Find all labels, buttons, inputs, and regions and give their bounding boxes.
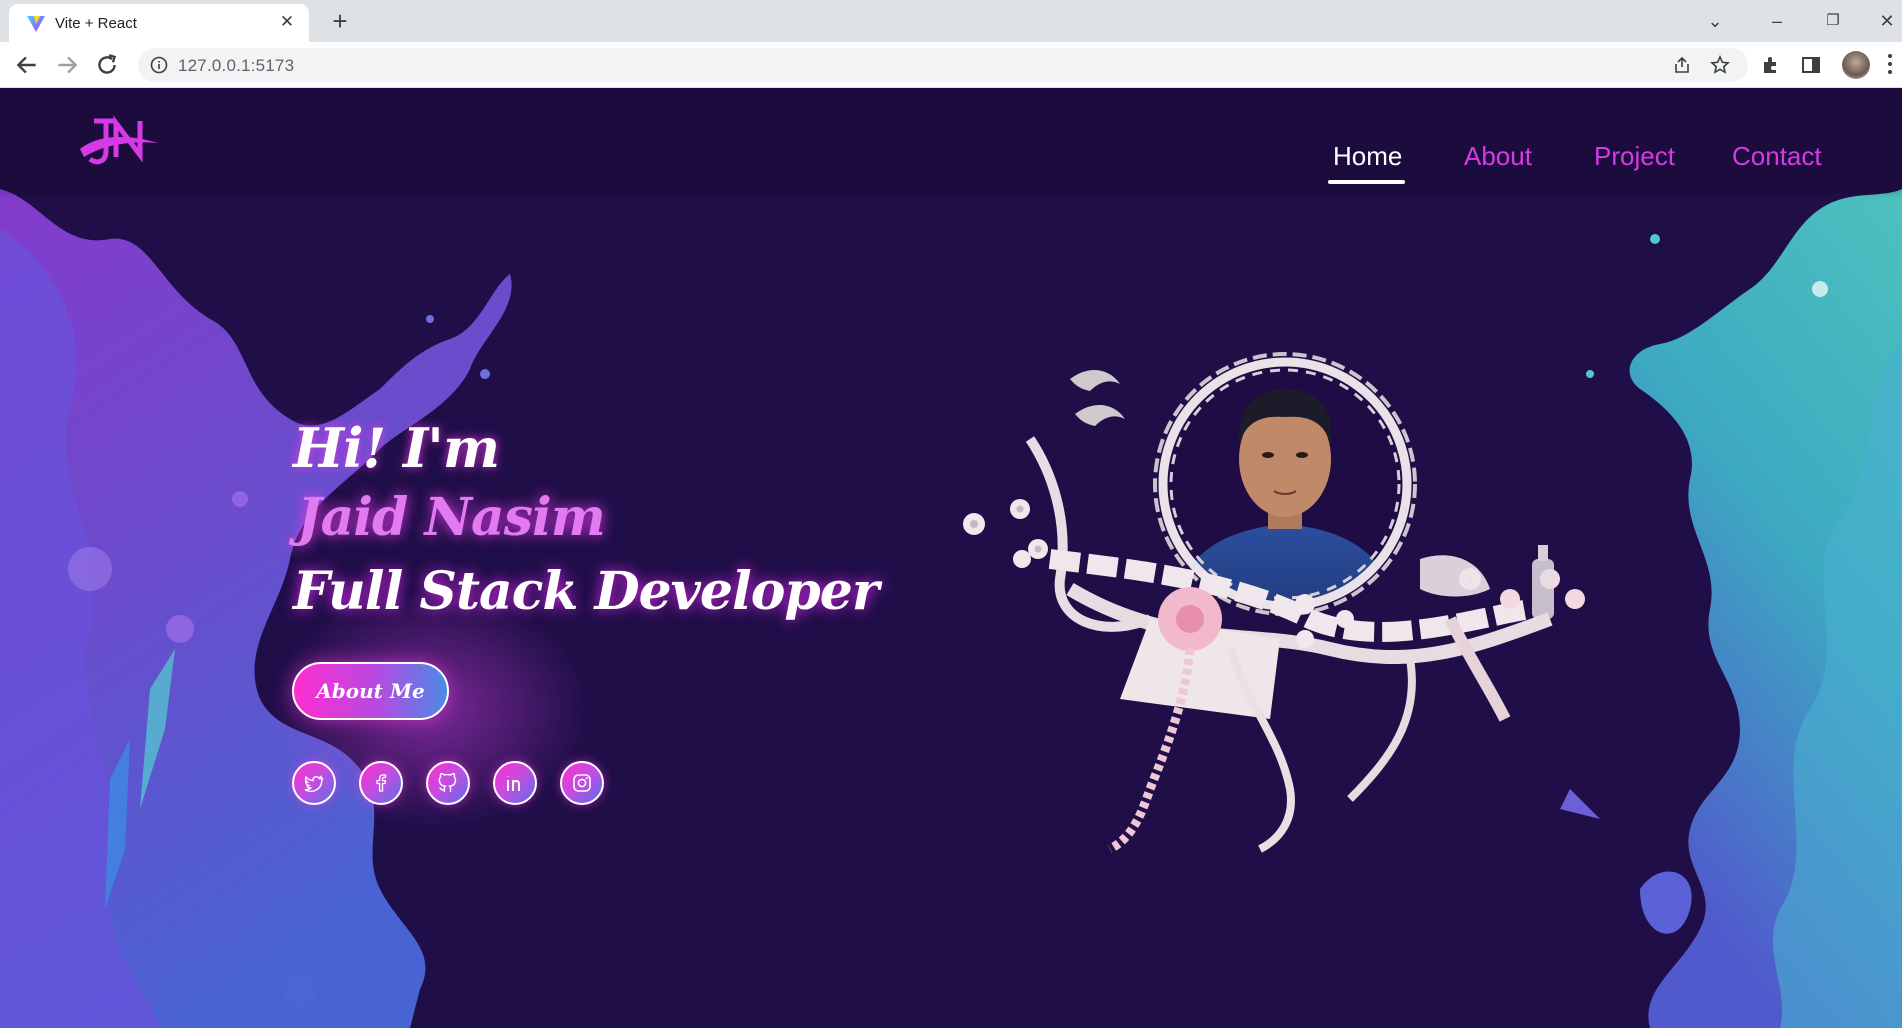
- bookmark-star-icon[interactable]: [1710, 55, 1730, 75]
- window-close-icon[interactable]: ✕: [1872, 6, 1902, 36]
- twitter-icon: [304, 775, 324, 792]
- new-tab-button[interactable]: +: [326, 7, 354, 35]
- restore-icon[interactable]: ❐: [1818, 6, 1848, 36]
- address-bar[interactable]: 127.0.0.1:5173: [138, 48, 1748, 82]
- browser-toolbar: 127.0.0.1:5173: [0, 42, 1902, 88]
- minimize-icon[interactable]: –: [1762, 6, 1792, 36]
- browser-menu-icon[interactable]: [1887, 52, 1893, 76]
- about-me-button[interactable]: About Me: [292, 662, 449, 720]
- url-text[interactable]: 127.0.0.1:5173: [178, 56, 294, 76]
- linkedin-icon: [507, 776, 520, 791]
- nav-about[interactable]: About: [1464, 141, 1532, 172]
- facebook-button[interactable]: [359, 761, 403, 805]
- twitter-button[interactable]: [292, 761, 336, 805]
- profile-avatar[interactable]: [1842, 51, 1870, 79]
- browser-tab[interactable]: Vite + React ✕: [9, 4, 309, 42]
- linkedin-button[interactable]: [493, 761, 537, 805]
- nav-home[interactable]: Home: [1333, 141, 1402, 172]
- extensions-icon[interactable]: [1760, 54, 1782, 76]
- hero-name: Jaid Nasim: [297, 487, 606, 548]
- instagram-button[interactable]: [560, 761, 604, 805]
- instagram-icon: [573, 774, 591, 792]
- share-icon[interactable]: [1672, 55, 1692, 75]
- nav-contact[interactable]: Contact: [1732, 141, 1822, 172]
- nav-project[interactable]: Project: [1594, 141, 1675, 172]
- portrait-image: [963, 352, 1585, 854]
- tab-close-icon[interactable]: ✕: [277, 12, 297, 32]
- reload-icon[interactable]: [94, 52, 120, 78]
- side-panel-icon[interactable]: [1800, 54, 1822, 76]
- portfolio-page: Home About Project Contact Hi! I'm Jaid …: [0, 89, 1902, 1028]
- github-button[interactable]: [426, 761, 470, 805]
- site-header: Home About Project Contact: [0, 89, 1902, 189]
- github-icon: [438, 773, 457, 792]
- browser-tabbar: Vite + React ✕ + ⌄ – ❐ ✕: [0, 0, 1902, 42]
- back-icon[interactable]: [14, 52, 40, 78]
- nav-active-indicator: [1328, 180, 1405, 184]
- hero-role: Full Stack Developer: [293, 561, 879, 622]
- tab-title: Vite + React: [55, 15, 137, 32]
- hero-greeting: Hi! I'm: [293, 416, 500, 480]
- forward-icon[interactable]: [54, 52, 80, 78]
- tab-search-icon[interactable]: ⌄: [1700, 6, 1730, 36]
- facebook-icon: [376, 774, 387, 792]
- site-info-icon[interactable]: [150, 56, 168, 74]
- vite-icon: [27, 16, 45, 32]
- jn-logo[interactable]: [76, 113, 162, 169]
